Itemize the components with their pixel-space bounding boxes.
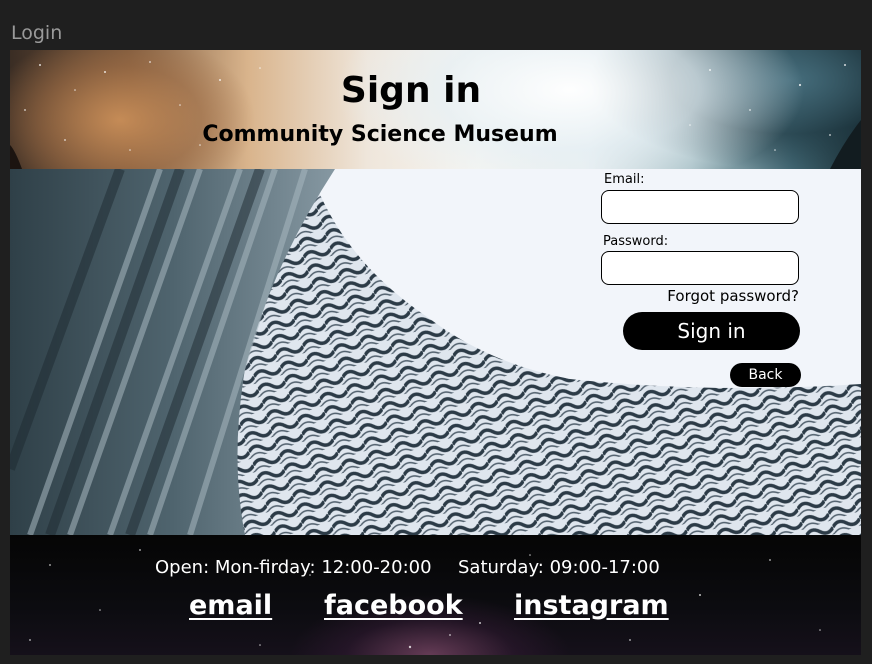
password-label: Password: xyxy=(603,234,669,249)
museum-name: Community Science Museum xyxy=(202,122,558,147)
email-field[interactable] xyxy=(601,190,799,224)
facebook-link[interactable]: facebook xyxy=(324,590,463,621)
page-title: Sign in xyxy=(340,70,482,111)
back-button[interactable]: Back xyxy=(730,363,801,387)
footer: Open: Mon-firday: 12:00-20:00 Saturday: … xyxy=(10,535,861,655)
sign-in-button[interactable]: Sign in xyxy=(623,312,800,350)
email-label: Email: xyxy=(604,172,645,187)
header-banner: Sign in Community Science Museum xyxy=(10,50,861,169)
email-link[interactable]: email xyxy=(189,590,272,621)
password-field[interactable] xyxy=(601,251,799,285)
instagram-link[interactable]: instagram xyxy=(514,590,669,621)
forgot-password-link[interactable]: Forgot password? xyxy=(667,287,799,305)
frame-title: Login xyxy=(11,22,63,44)
login-page: Sign in Community Science Museum Email: … xyxy=(10,50,861,655)
hours-weekday: Open: Mon-firday: 12:00-20:00 xyxy=(155,557,432,578)
hero-image: Email: Password: Forgot password? Sign i… xyxy=(10,169,861,535)
hours-saturday: Saturday: 09:00-17:00 xyxy=(458,557,660,578)
